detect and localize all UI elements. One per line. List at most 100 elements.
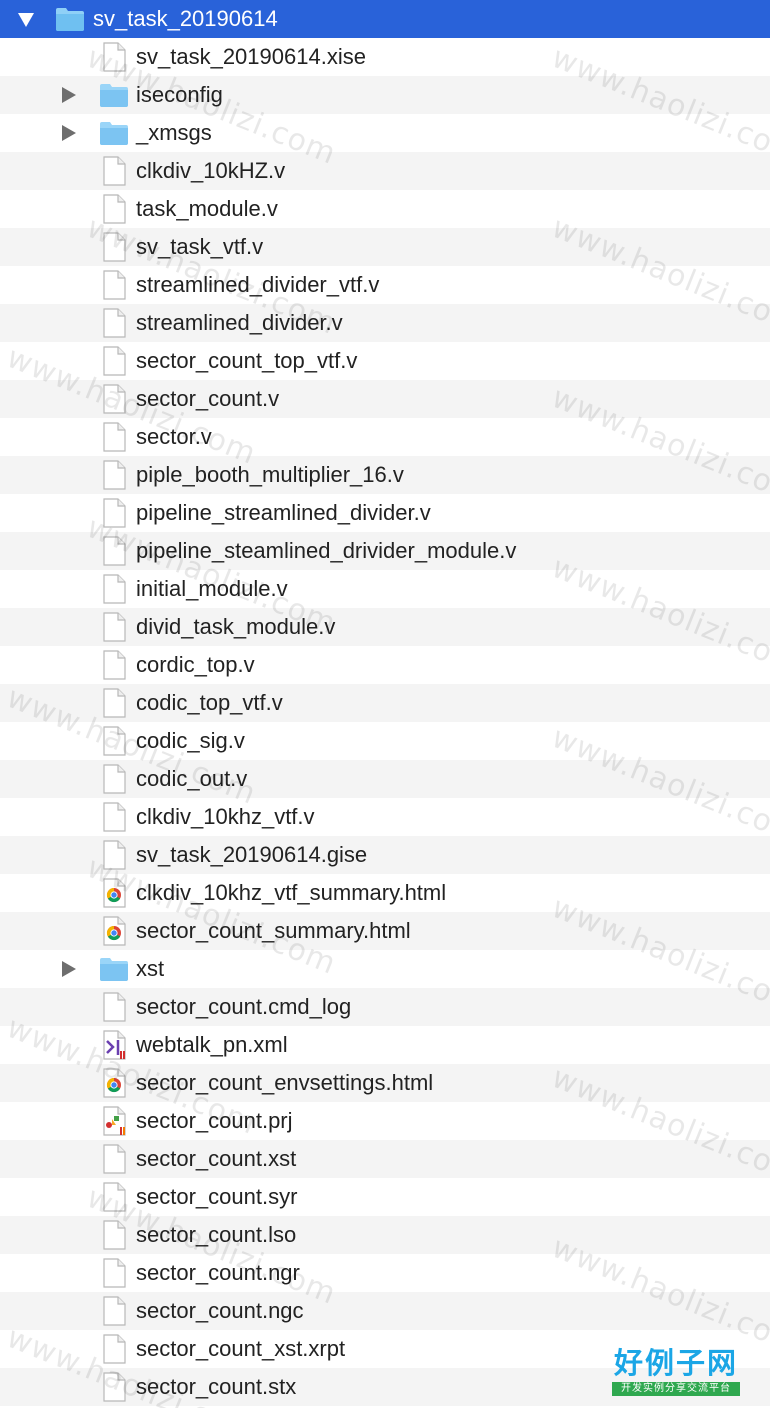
file-row[interactable]: sv_task_20190614.gise: [0, 836, 770, 874]
file-name: sector_count.cmd_log: [136, 994, 352, 1019]
document-icon: [103, 498, 126, 528]
logo-title: 好例子网: [613, 1346, 738, 1380]
file-row[interactable]: sector_count.ngc: [0, 1292, 770, 1330]
disclosure-open-icon[interactable]: [18, 13, 34, 27]
document-icon: [103, 1258, 126, 1288]
file-name: codic_out.v: [136, 766, 248, 791]
disclosure-closed-icon[interactable]: [62, 87, 76, 103]
file-row[interactable]: sector.v: [0, 418, 770, 456]
file-row[interactable]: codic_top_vtf.v: [0, 684, 770, 722]
file-name: sector_count_xst.xrpt: [136, 1336, 346, 1361]
file-row[interactable]: sector_count.prj: [0, 1102, 770, 1140]
chrome-html-icon: [103, 916, 126, 946]
file-row[interactable]: sv_task_vtf.v: [0, 228, 770, 266]
file-row[interactable]: streamlined_divider_vtf.v: [0, 266, 770, 304]
file-name: _xmsgs: [136, 120, 212, 145]
file-row[interactable]: sector_count.lso: [0, 1216, 770, 1254]
file-name: pipeline_streamlined_divider.v: [136, 500, 431, 525]
file-name: sv_task_vtf.v: [136, 234, 264, 259]
file-name: clkdiv_10khz_vtf_summary.html: [136, 880, 447, 905]
file-name: task_module.v: [136, 196, 278, 221]
file-name: divid_task_module.v: [136, 614, 336, 639]
file-row[interactable]: pipeline_streamlined_divider.v: [0, 494, 770, 532]
file-name: codic_top_vtf.v: [136, 690, 283, 715]
file-name: streamlined_divider.v: [136, 310, 343, 335]
file-name: sector_count_envsettings.html: [136, 1070, 434, 1095]
document-icon: [103, 574, 126, 604]
document-icon: [103, 992, 126, 1022]
disclosure-closed-icon[interactable]: [62, 961, 76, 977]
file-row[interactable]: clkdiv_10khz_vtf.v: [0, 798, 770, 836]
file-row[interactable]: sector_count.v: [0, 380, 770, 418]
file-row[interactable]: divid_task_module.v: [0, 608, 770, 646]
file-name: sv_task_20190614.gise: [136, 842, 368, 867]
document-icon: [103, 802, 126, 832]
document-icon: [103, 1372, 126, 1402]
file-name: piple_booth_multiplier_16.v: [136, 462, 404, 487]
file-row[interactable]: sector_count.cmd_log: [0, 988, 770, 1026]
file-name: sector_count.ngc: [136, 1298, 304, 1323]
file-name: sector_count.syr: [136, 1184, 298, 1209]
file-name: xst: [136, 956, 165, 981]
document-icon: [103, 232, 126, 262]
file-row[interactable]: _xmsgs: [0, 114, 770, 152]
finder-list-view: sv_task_20190614 sv_task_20190614.xiseis…: [0, 0, 770, 1408]
file-row[interactable]: sector_count_top_vtf.v: [0, 342, 770, 380]
file-row[interactable]: sector_count.ngr: [0, 1254, 770, 1292]
file-row[interactable]: iseconfig: [0, 76, 770, 114]
folder-icon: [100, 122, 128, 145]
document-icon: [103, 42, 126, 72]
folder-icon: [56, 8, 84, 31]
file-name: sector_count.lso: [136, 1222, 297, 1247]
file-row[interactable]: clkdiv_10kHZ.v: [0, 152, 770, 190]
document-icon: [103, 688, 126, 718]
file-row[interactable]: streamlined_divider.v: [0, 304, 770, 342]
disclosure-closed-icon[interactable]: [62, 125, 76, 141]
document-icon: [103, 194, 126, 224]
file-row[interactable]: sector_count.syr: [0, 1178, 770, 1216]
file-row[interactable]: sv_task_20190614.xise: [0, 38, 770, 76]
document-icon: [103, 460, 126, 490]
document-icon: [103, 612, 126, 642]
file-name: clkdiv_10khz_vtf.v: [136, 804, 315, 829]
document-icon: [103, 1334, 126, 1364]
xml-file-icon: [103, 1030, 126, 1060]
file-name: sector_count.ngr: [136, 1260, 300, 1285]
root-folder-row[interactable]: sv_task_20190614: [0, 0, 770, 38]
file-row[interactable]: codic_out.v: [0, 760, 770, 798]
logo-subtitle: 开发实例分享交流平台: [612, 1382, 740, 1396]
file-name: sector_count.stx: [136, 1374, 297, 1399]
file-row[interactable]: clkdiv_10khz_vtf_summary.html: [0, 874, 770, 912]
document-icon: [103, 346, 126, 376]
document-icon: [103, 1296, 126, 1326]
document-icon: [103, 726, 126, 756]
document-icon: [103, 1144, 126, 1174]
document-icon: [103, 156, 126, 186]
document-icon: [103, 536, 126, 566]
document-icon: [103, 650, 126, 680]
file-row[interactable]: sector_count_envsettings.html: [0, 1064, 770, 1102]
file-name: iseconfig: [136, 82, 223, 107]
file-row[interactable]: piple_booth_multiplier_16.v: [0, 456, 770, 494]
file-row[interactable]: webtalk_pn.xml: [0, 1026, 770, 1064]
file-row[interactable]: initial_module.v: [0, 570, 770, 608]
file-name: sector_count.v: [136, 386, 280, 411]
document-icon: [103, 308, 126, 338]
file-name: sector_count.prj: [136, 1108, 293, 1133]
folder-icon: [100, 84, 128, 107]
file-row[interactable]: cordic_top.v: [0, 646, 770, 684]
file-name: pipeline_steamlined_drivider_module.v: [136, 538, 517, 563]
file-row[interactable]: codic_sig.v: [0, 722, 770, 760]
project-file-icon: [103, 1106, 126, 1136]
file-name: webtalk_pn.xml: [136, 1032, 288, 1057]
file-row[interactable]: sector_count.xst: [0, 1140, 770, 1178]
document-icon: [103, 764, 126, 794]
file-name: sector_count_summary.html: [136, 918, 411, 943]
file-name: clkdiv_10kHZ.v: [136, 158, 286, 183]
file-row[interactable]: pipeline_steamlined_drivider_module.v: [0, 532, 770, 570]
file-row[interactable]: sector_count_summary.html: [0, 912, 770, 950]
file-name: sector.v: [136, 424, 212, 449]
chrome-html-icon: [103, 878, 126, 908]
file-row[interactable]: xst: [0, 950, 770, 988]
file-row[interactable]: task_module.v: [0, 190, 770, 228]
